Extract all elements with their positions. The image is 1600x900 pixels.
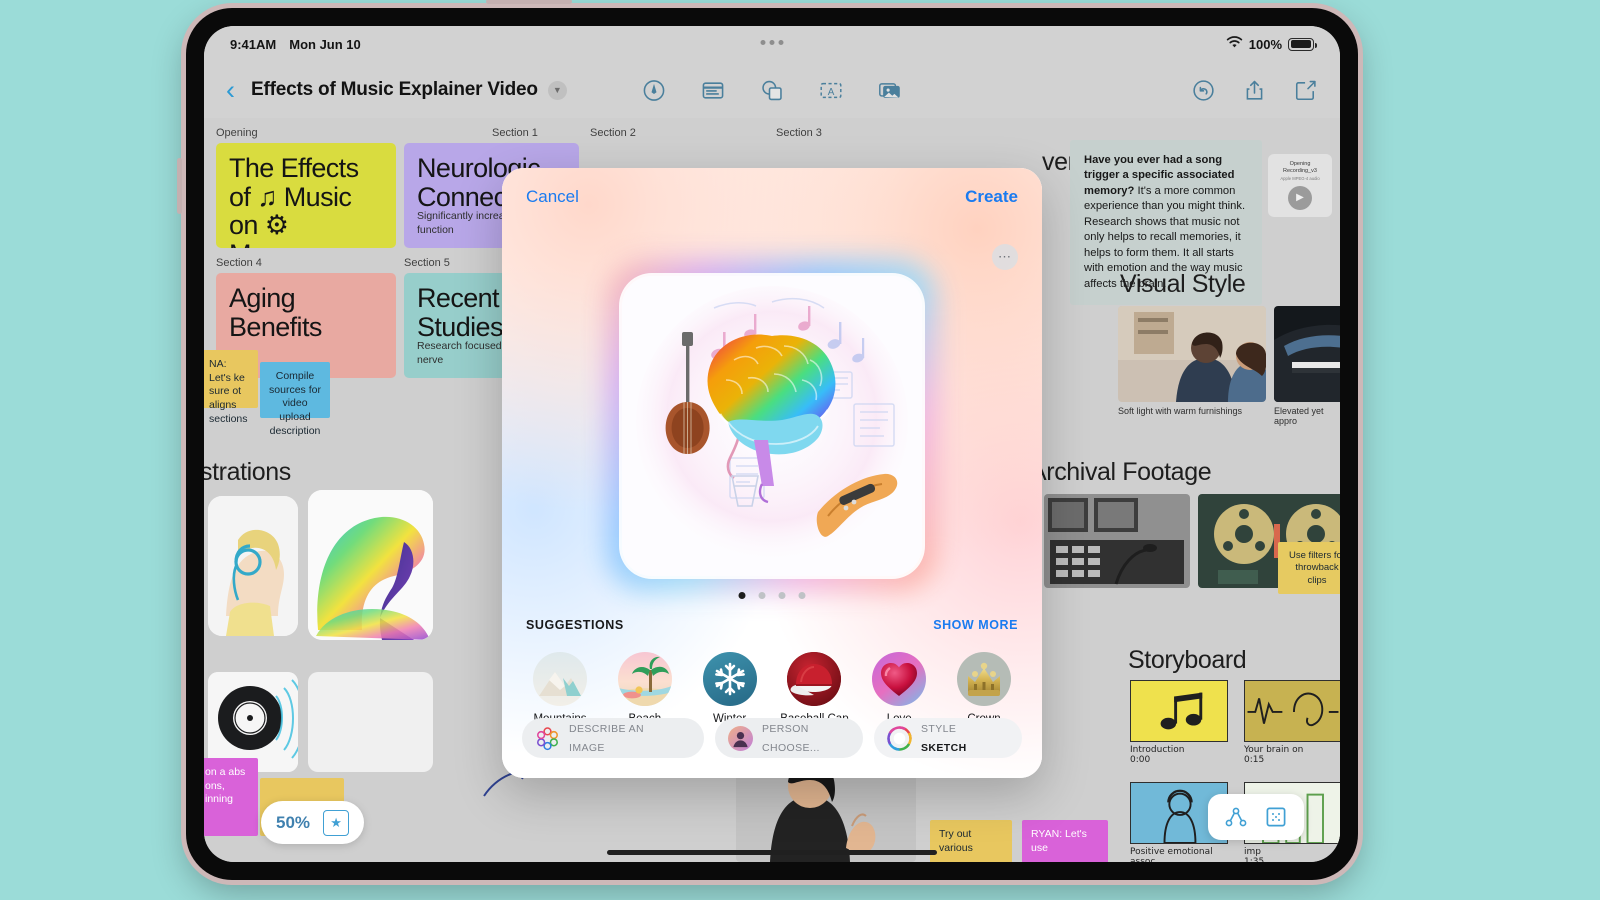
compose-icon[interactable] bbox=[1293, 78, 1318, 103]
style-field-line1: STYLE bbox=[921, 723, 957, 736]
shapes-icon[interactable] bbox=[760, 78, 785, 103]
carousel-page-dots[interactable] bbox=[738, 592, 806, 599]
screenshot-root: 9:41AM Mon Jun 10 100% ‹ Effects of Musi… bbox=[0, 0, 1600, 900]
toolbar-right-tools bbox=[1191, 78, 1318, 103]
generated-image[interactable] bbox=[622, 276, 922, 576]
suggestions-row: Mountains Beach Winter bbox=[522, 652, 1022, 725]
undo-icon[interactable] bbox=[1191, 78, 1216, 103]
suggestion-love[interactable]: Love bbox=[861, 652, 937, 725]
describe-field[interactable]: DESCRIBE AN IMAGE bbox=[522, 718, 704, 758]
volume-button[interactable] bbox=[177, 158, 182, 214]
describe-field-line2: IMAGE bbox=[569, 742, 605, 754]
battery-full-icon bbox=[1288, 37, 1317, 51]
suggestion-baseball-cap[interactable]: Baseball Cap bbox=[776, 652, 852, 725]
show-more-button[interactable]: SHOW MORE bbox=[933, 618, 1018, 632]
wifi-icon bbox=[1226, 36, 1243, 52]
device-screen: 9:41AM Mon Jun 10 100% ‹ Effects of Musi… bbox=[204, 26, 1340, 862]
ipad-device: 9:41AM Mon Jun 10 100% ‹ Effects of Musi… bbox=[177, 0, 1358, 880]
suggestion-crown[interactable]: Crown bbox=[946, 652, 1022, 725]
app-toolbar: ‹ Effects of Music Explainer Video ▼ A bbox=[204, 62, 1340, 118]
generated-image-container[interactable] bbox=[606, 260, 938, 592]
multitasking-handle[interactable] bbox=[760, 40, 784, 45]
text-box-icon[interactable]: A bbox=[819, 78, 844, 103]
concept-flower-icon bbox=[535, 726, 560, 751]
photos-icon[interactable] bbox=[878, 78, 903, 103]
chevron-down-icon[interactable]: ▼ bbox=[547, 80, 567, 100]
more-ellipsis-icon[interactable]: ⋯ bbox=[992, 244, 1018, 270]
back-chevron-icon[interactable]: ‹ bbox=[226, 76, 235, 104]
baseball-cap-icon bbox=[787, 652, 842, 706]
create-button[interactable]: Create bbox=[965, 187, 1018, 207]
person-icon bbox=[728, 725, 753, 751]
whiteboard-canvas[interactable]: Opening Section 1 Section 2 Section 3 Se… bbox=[204, 118, 1340, 862]
document-text-icon[interactable] bbox=[701, 78, 726, 103]
battery-percent: 100% bbox=[1248, 36, 1282, 52]
power-button[interactable] bbox=[486, 0, 572, 4]
svg-text:A: A bbox=[828, 86, 835, 97]
image-playground-modal: Cancel Create ⋯ SUGGESTIONS SHOW MORE DE… bbox=[502, 168, 1042, 778]
crown-icon bbox=[956, 652, 1011, 706]
person-field[interactable]: PERSON CHOOSE... bbox=[715, 718, 863, 758]
suggestion-winter[interactable]: Winter bbox=[692, 652, 768, 725]
toolbar-center-tools: A bbox=[642, 78, 903, 103]
style-field-value: SKETCH bbox=[921, 742, 967, 754]
status-time: 9:41AM bbox=[230, 36, 277, 52]
suggestions-label: SUGGESTIONS bbox=[526, 618, 624, 632]
page-dot-3[interactable] bbox=[778, 592, 786, 599]
snowflake-icon bbox=[702, 652, 757, 706]
cancel-button[interactable]: Cancel bbox=[526, 187, 579, 207]
page-dot-4[interactable] bbox=[798, 592, 806, 599]
person-field-line2: CHOOSE... bbox=[762, 742, 820, 754]
suggestion-beach[interactable]: Beach bbox=[607, 652, 683, 725]
page-dot-2[interactable] bbox=[758, 592, 766, 599]
suggestions-header-row: SUGGESTIONS SHOW MORE bbox=[526, 618, 1018, 632]
modal-header: Cancel Create bbox=[502, 168, 1042, 226]
heart-icon bbox=[872, 652, 927, 706]
document-title: Effects of Music Explainer Video bbox=[251, 79, 538, 100]
modal-field-row: DESCRIBE AN IMAGE PERSON CHOOSE... STYLE… bbox=[522, 718, 1022, 758]
style-field[interactable]: STYLE SKETCH bbox=[874, 718, 1022, 758]
suggestion-mountains[interactable]: Mountains bbox=[522, 652, 598, 725]
person-field-line1: PERSON bbox=[762, 723, 809, 736]
status-date: Mon Jun 10 bbox=[289, 36, 361, 52]
describe-field-line1: DESCRIBE AN bbox=[569, 723, 645, 736]
share-icon[interactable] bbox=[1242, 78, 1267, 103]
style-color-wheel-icon bbox=[887, 725, 912, 751]
page-dot-1[interactable] bbox=[738, 592, 746, 599]
status-bar: 9:41AM Mon Jun 10 100% bbox=[204, 26, 1340, 62]
palm-tree-icon bbox=[617, 652, 672, 706]
mountain-icon bbox=[533, 652, 587, 706]
pen-circle-icon[interactable] bbox=[642, 78, 667, 103]
